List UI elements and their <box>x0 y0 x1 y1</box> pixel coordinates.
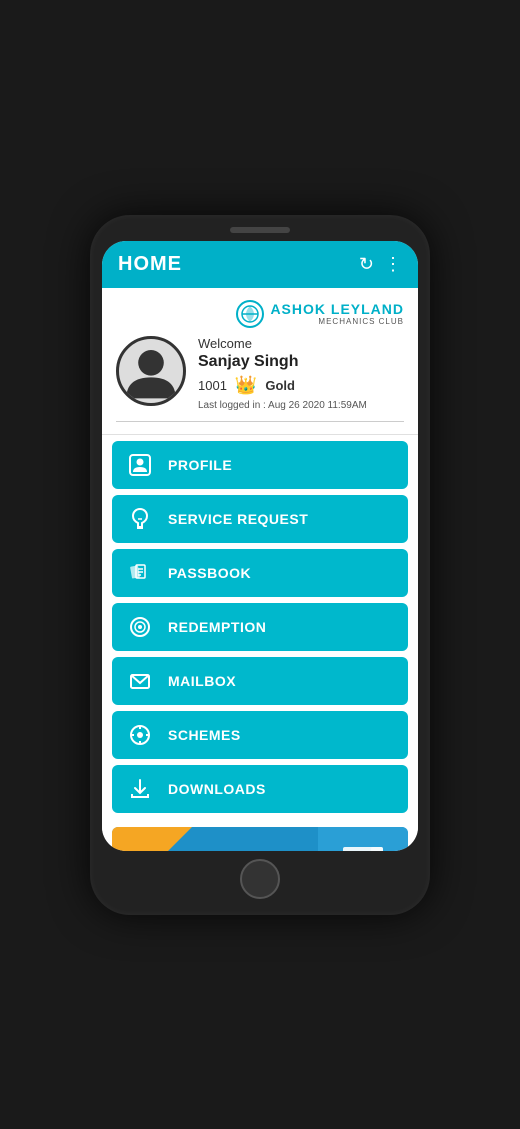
banner-right-graphic <box>318 827 408 851</box>
menu-item-service-request[interactable]: SERVICE REQUEST <box>112 495 408 543</box>
phone-screen: HOME ↻ ⋮ ASHOK LEYLAND <box>102 241 418 851</box>
menu-item-redemption[interactable]: REDEMPTION <box>112 603 408 651</box>
avatar <box>116 336 186 406</box>
brand-logo-icon <box>236 300 264 328</box>
menu-passbook-label: PASSBOOK <box>168 565 251 581</box>
menu-mailbox-label: MAILBOX <box>168 673 236 689</box>
schemes-icon <box>126 721 154 749</box>
user-name: Sanjay Singh <box>198 353 404 371</box>
mailbox-icon <box>126 667 154 695</box>
menu-item-mailbox[interactable]: MAILBOX <box>112 657 408 705</box>
menu-profile-label: PROFILE <box>168 457 232 473</box>
banner-triangle <box>112 827 192 851</box>
crown-icon: 👑 <box>235 375 257 396</box>
downloads-icon <box>126 775 154 803</box>
header-actions: ↻ ⋮ <box>359 254 402 275</box>
menu-schemes-label: SCHEMES <box>168 727 241 743</box>
divider <box>116 421 404 422</box>
menu-item-schemes[interactable]: SCHEMES <box>112 711 408 759</box>
phone-frame: HOME ↻ ⋮ ASHOK LEYLAND <box>90 215 430 915</box>
home-button[interactable] <box>240 859 280 899</box>
tier-label: Gold <box>265 378 295 393</box>
brand-text: ASHOK LEYLAND MECHANICS CLUB <box>270 301 404 326</box>
brand-name: ASHOK LEYLAND <box>270 301 404 317</box>
tier-row: 1001 👑 Gold <box>198 375 404 396</box>
menu-item-passbook[interactable]: PASSBOOK <box>112 549 408 597</box>
avatar-silhouette <box>119 336 183 406</box>
brand-subtitle: MECHANICS CLUB <box>270 317 404 326</box>
service-request-icon <box>126 505 154 533</box>
menu-item-downloads[interactable]: DOWNLOADS <box>112 765 408 813</box>
promotional-banner[interactable]: NOW KNOW THE MRP OF THE PARTS HAVING LOY… <box>112 827 408 851</box>
banner-graphic-icon <box>333 837 393 851</box>
menu-service-request-label: SERVICE REQUEST <box>168 511 308 527</box>
phone-speaker <box>230 227 290 233</box>
page-title: HOME <box>118 253 182 276</box>
menu-item-profile[interactable]: PROFILE <box>112 441 408 489</box>
menu-redemption-label: REDEMPTION <box>168 619 266 635</box>
welcome-text: Welcome <box>198 336 404 351</box>
user-id: 1001 <box>198 378 227 393</box>
main-content: ASHOK LEYLAND MECHANICS CLUB Welcome San… <box>102 288 418 851</box>
profile-info: Welcome Sanjay Singh 1001 👑 Gold Last lo… <box>116 336 404 411</box>
redemption-icon <box>126 613 154 641</box>
menu-list: PROFILE SERVICE REQUEST <box>102 435 418 819</box>
app-header: HOME ↻ ⋮ <box>102 241 418 288</box>
refresh-icon[interactable]: ↻ <box>359 254 374 275</box>
profile-section: ASHOK LEYLAND MECHANICS CLUB Welcome San… <box>102 288 418 435</box>
more-options-icon[interactable]: ⋮ <box>384 254 402 275</box>
last-login: Last logged in : Aug 26 2020 11:59AM <box>198 400 404 411</box>
menu-downloads-label: DOWNLOADS <box>168 781 266 797</box>
profile-details: Welcome Sanjay Singh 1001 👑 Gold Last lo… <box>198 336 404 411</box>
passbook-icon <box>126 559 154 587</box>
brand-logo: ASHOK LEYLAND MECHANICS CLUB <box>116 300 404 328</box>
profile-icon <box>126 451 154 479</box>
